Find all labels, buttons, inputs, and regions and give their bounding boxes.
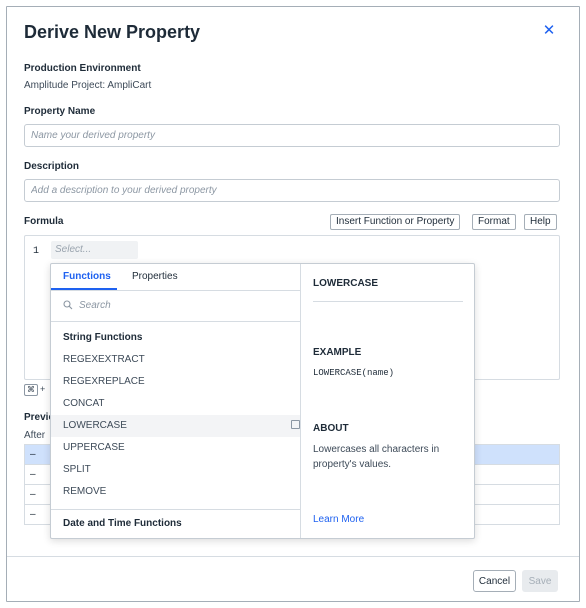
after-label: After — [24, 430, 46, 441]
description-input[interactable] — [24, 179, 560, 202]
list-item-lowercase[interactable]: LOWERCASE — [51, 415, 300, 437]
tab-functions[interactable]: Functions — [63, 271, 111, 282]
footer-divider — [7, 556, 579, 557]
environment-value: Amplitude Project: AmpliCart — [24, 80, 152, 91]
formula-select[interactable]: Select... — [51, 241, 138, 259]
search-divider — [51, 321, 300, 322]
function-list: String Functions REGEXEXTRACT REGEXREPLA… — [51, 327, 300, 535]
formula-label: Formula — [24, 216, 64, 227]
function-list-panel: Functions Properties Search String Funct… — [51, 264, 301, 538]
learn-more-link[interactable]: Learn More — [313, 514, 364, 525]
format-button[interactable]: Format — [472, 214, 516, 230]
keyboard-shortcut-hint: ⌘ + — [24, 384, 45, 396]
list-item[interactable]: UPPERCASE — [51, 437, 300, 459]
example-value: LOWERCASE(name) — [313, 368, 395, 378]
command-key-icon: ⌘ — [24, 384, 38, 396]
property-name-label: Property Name — [24, 106, 96, 117]
active-tab-indicator — [51, 288, 117, 290]
function-detail-panel: LOWERCASE EXAMPLE LOWERCASE(name) ABOUT … — [302, 264, 474, 538]
search-placeholder: Search — [79, 300, 111, 311]
list-item[interactable]: SPLIT — [51, 459, 300, 481]
group-heading-date-time: Date and Time Functions — [63, 518, 182, 529]
function-picker-dropdown: Functions Properties Search String Funct… — [50, 263, 475, 539]
close-icon[interactable]: ✕ — [541, 23, 557, 39]
search-icon — [63, 300, 73, 310]
line-number: 1 — [33, 246, 40, 257]
function-search[interactable]: Search — [63, 300, 288, 311]
description-label: Description — [24, 161, 80, 172]
cancel-button[interactable]: Cancel — [473, 570, 516, 592]
derive-property-modal: Derive New Property ✕ Production Environ… — [6, 6, 580, 602]
detail-title: LOWERCASE — [313, 278, 378, 289]
example-heading: EXAMPLE — [313, 347, 362, 358]
shortcut-plus: + — [40, 384, 46, 394]
insert-function-button[interactable]: Insert Function or Property — [330, 214, 461, 230]
list-item[interactable]: REMOVE — [51, 481, 300, 503]
environment-label: Production Environment — [24, 63, 141, 74]
about-heading: ABOUT — [313, 423, 349, 434]
group-divider — [51, 503, 300, 510]
detail-divider — [313, 301, 463, 302]
tab-properties[interactable]: Properties — [132, 271, 178, 282]
list-item[interactable]: CONCAT — [51, 393, 300, 415]
group-heading-string: String Functions — [63, 332, 143, 343]
save-button[interactable]: Save — [522, 570, 558, 592]
list-item[interactable]: REGEXEXTRACT — [51, 349, 300, 371]
modal-title: Derive New Property — [24, 22, 201, 42]
property-name-input[interactable] — [24, 124, 560, 147]
picker-tabs: Functions Properties — [51, 264, 300, 291]
about-text: Lowercases all characters in property's … — [313, 444, 440, 470]
list-item-label: LOWERCASE — [63, 420, 127, 431]
copy-icon[interactable] — [291, 420, 300, 429]
help-button[interactable]: Help — [524, 214, 557, 230]
list-item[interactable]: REGEXREPLACE — [51, 371, 300, 393]
